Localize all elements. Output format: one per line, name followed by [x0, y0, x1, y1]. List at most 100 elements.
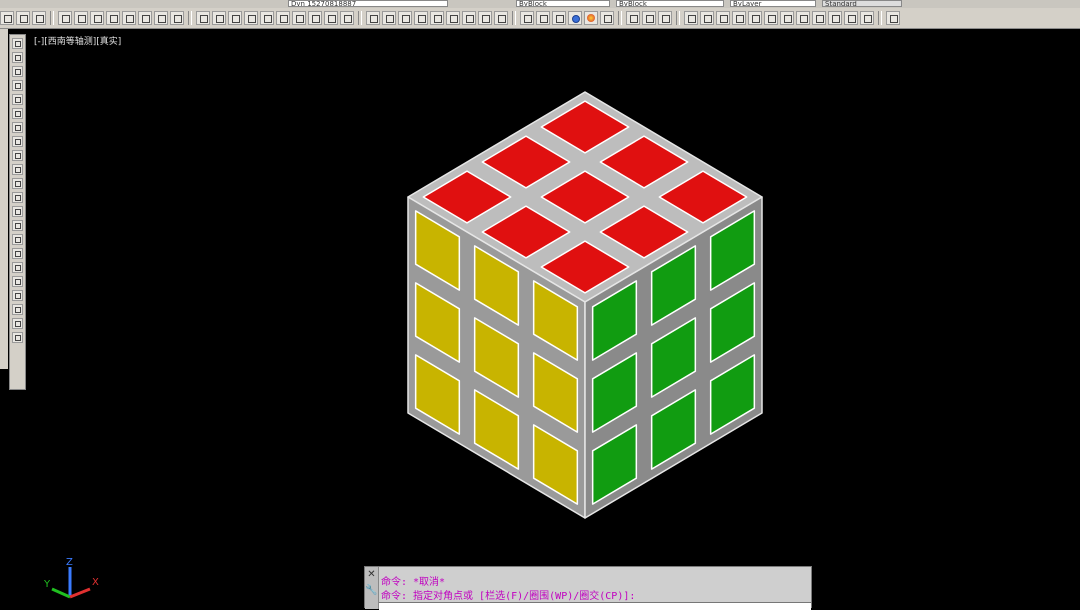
command-prompt-line: 命令: 指定对角点或 [栏选(F)/圈围(WP)/圈交(CP)]: [381, 591, 636, 602]
gradient-icon[interactable] [12, 192, 23, 203]
imprint-icon[interactable] [860, 11, 874, 25]
revolve-icon[interactable] [494, 11, 508, 25]
color-combo[interactable]: ByBlock [516, 0, 610, 7]
delete-face-icon[interactable] [780, 11, 794, 25]
render-icon[interactable] [584, 11, 598, 25]
taper-face-icon[interactable] [812, 11, 826, 25]
arc-icon[interactable] [12, 66, 23, 77]
spline-icon[interactable] [12, 122, 23, 133]
ucs-x-icon[interactable] [340, 11, 354, 25]
check-icon[interactable] [12, 248, 23, 259]
conceptual-icon[interactable] [568, 11, 582, 25]
wireframe-icon[interactable] [520, 11, 534, 25]
solid-box-icon[interactable] [366, 11, 380, 25]
wave-icon[interactable] [12, 262, 23, 273]
linetype-combo[interactable]: ByBlock [616, 0, 724, 7]
ucs-icon: Z Y X [43, 557, 99, 599]
bottom-view-icon[interactable] [16, 11, 30, 25]
hatch-icon[interactable] [12, 178, 23, 189]
offset-face-icon[interactable] [764, 11, 778, 25]
separator [676, 11, 680, 25]
dimension-icon[interactable] [12, 80, 23, 91]
materials-icon[interactable] [600, 11, 614, 25]
text-icon[interactable] [12, 304, 23, 315]
ucs-icon[interactable] [196, 11, 210, 25]
solid-pyramid-icon[interactable] [462, 11, 476, 25]
solid-wedge-icon[interactable] [382, 11, 396, 25]
ucs-zaxis-icon[interactable] [308, 11, 322, 25]
command-side-bar: ✕ 🔧 [365, 567, 379, 609]
triangle-icon[interactable] [12, 136, 23, 147]
revcloud-icon[interactable] [12, 108, 23, 119]
rotate-face-icon[interactable] [796, 11, 810, 25]
union-icon[interactable] [684, 11, 698, 25]
ucs-origin-icon[interactable] [292, 11, 306, 25]
solid-cone-icon[interactable] [398, 11, 412, 25]
pencil-icon[interactable] [12, 290, 23, 301]
edit-icon[interactable] [12, 332, 23, 343]
zoom-icon[interactable] [886, 11, 900, 25]
separator [512, 11, 516, 25]
rubiks-cube [407, 91, 763, 519]
free-orbit-icon[interactable] [658, 11, 672, 25]
color-face-icon[interactable] [844, 11, 858, 25]
ucs-y-label: Y [43, 579, 51, 590]
separator [618, 11, 622, 25]
line-icon[interactable] [12, 38, 23, 49]
separator [358, 11, 362, 25]
orbit-icon[interactable] [642, 11, 656, 25]
draw-toolbar [9, 34, 26, 390]
ucs-3point-icon[interactable] [324, 11, 338, 25]
fillet-icon[interactable] [12, 276, 23, 287]
solid-torus-icon[interactable] [446, 11, 460, 25]
camera-icon[interactable] [170, 11, 184, 25]
back-view-icon[interactable] [90, 11, 104, 25]
pan-icon[interactable] [626, 11, 640, 25]
se-iso-icon[interactable] [122, 11, 136, 25]
solid-cylinder-icon[interactable] [430, 11, 444, 25]
left-view-icon[interactable] [32, 11, 46, 25]
close-icon[interactable]: ✕ [365, 567, 378, 583]
ne-iso-icon[interactable] [138, 11, 152, 25]
insert-block-icon[interactable] [12, 150, 23, 161]
ucs-object-icon[interactable] [260, 11, 274, 25]
lineweight-combo[interactable]: ByLayer [730, 0, 816, 7]
circle-icon[interactable] [12, 94, 23, 105]
dim-style-icon[interactable] [12, 318, 23, 329]
front-view-icon[interactable] [74, 11, 88, 25]
sw-iso-icon[interactable] [106, 11, 120, 25]
hidden-icon[interactable] [536, 11, 550, 25]
table-icon[interactable] [12, 220, 23, 231]
command-window: ✕ 🔧 命令: *取消* 命令: 指定对角点或 [栏选(F)/圈围(WP)/圈交… [364, 566, 812, 610]
separator [50, 11, 54, 25]
wrench-icon[interactable]: 🔧 [365, 583, 378, 599]
intersect-icon[interactable] [716, 11, 730, 25]
ucs-z-label: Z [66, 557, 73, 568]
drawing-viewport[interactable]: [-][西南等轴测][真实] Z Y X [30, 30, 1080, 608]
extrude-face-icon[interactable] [732, 11, 746, 25]
right-view-icon[interactable] [58, 11, 72, 25]
region-icon[interactable] [12, 206, 23, 217]
subtract-icon[interactable] [700, 11, 714, 25]
move-face-icon[interactable] [748, 11, 762, 25]
solid-sphere-icon[interactable] [414, 11, 428, 25]
plot-style-combo[interactable]: Standard [822, 0, 902, 7]
top-view-icon[interactable] [0, 11, 14, 25]
separator [188, 11, 192, 25]
ucs-prev-icon[interactable] [228, 11, 242, 25]
ucs-view-icon[interactable] [276, 11, 290, 25]
realistic-icon[interactable] [552, 11, 566, 25]
point-icon[interactable] [12, 164, 23, 175]
toolbar-row-main [0, 8, 1080, 29]
ucs-x-label: X [92, 577, 99, 588]
ucs-world-icon[interactable] [212, 11, 226, 25]
separator [878, 11, 882, 25]
polyline-icon[interactable] [12, 52, 23, 63]
ucs-face-icon[interactable] [244, 11, 258, 25]
extrude-icon[interactable] [478, 11, 492, 25]
copy-face-icon[interactable] [828, 11, 842, 25]
command-input[interactable] [379, 602, 811, 610]
nw-iso-icon[interactable] [154, 11, 168, 25]
layer-combo[interactable]: Dyn 15270818887 [288, 0, 448, 7]
target-icon[interactable] [12, 234, 23, 245]
